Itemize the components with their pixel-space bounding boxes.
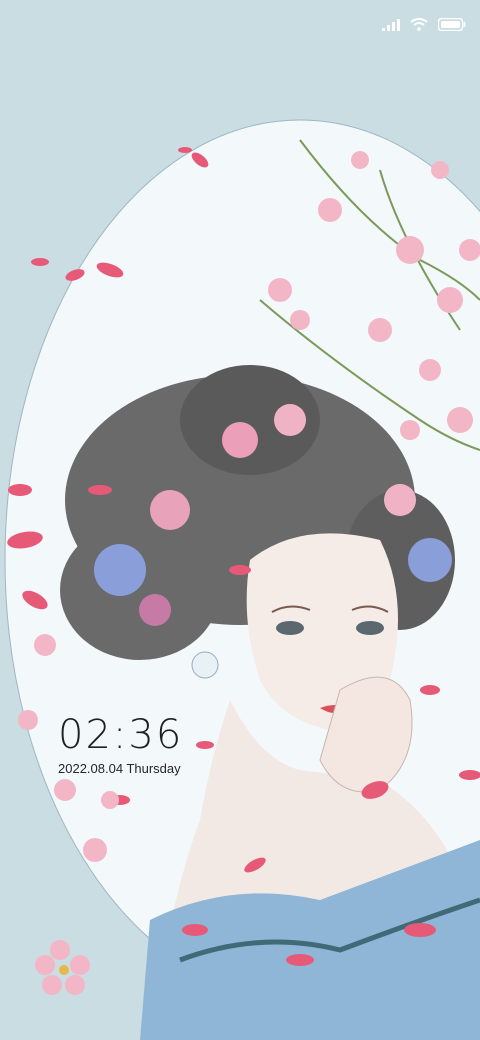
clock-date: 2022.08.04 Thursday <box>58 761 181 776</box>
wallpaper <box>0 0 480 1040</box>
wifi-icon <box>410 18 428 36</box>
signal-icon <box>382 18 400 36</box>
status-bar <box>0 0 480 52</box>
battery-icon <box>437 17 466 36</box>
status-icons <box>382 17 466 36</box>
clock-time: 02:36 <box>58 712 184 758</box>
lock-clock: 02:36 2022.08.04 Thursday <box>58 712 183 778</box>
